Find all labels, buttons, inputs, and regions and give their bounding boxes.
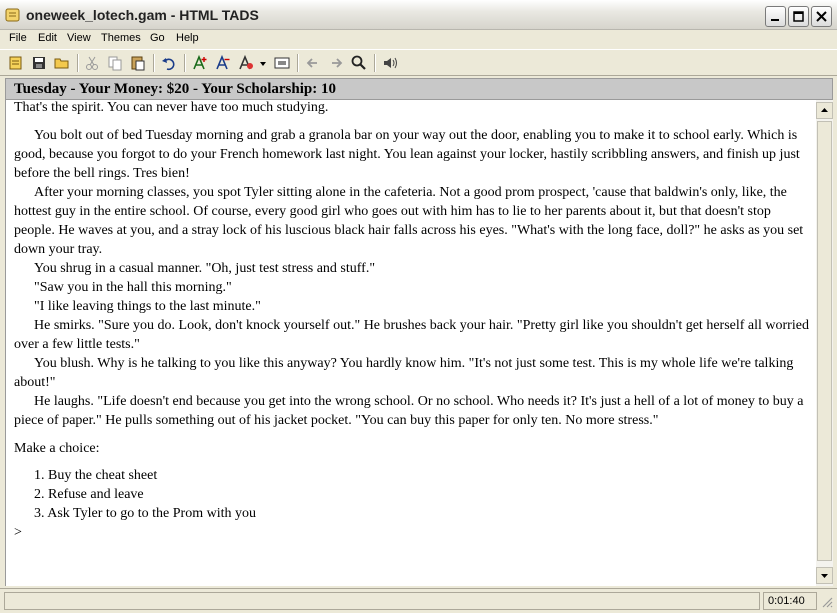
undo-icon[interactable] [160,54,178,72]
paste-icon[interactable] [129,54,147,72]
story-paragraph: He laughs. "Life doesn't end because you… [14,394,804,428]
close-button[interactable] [811,6,832,27]
story-pane[interactable]: That's the spirit. You can never have to… [5,100,816,586]
choice-heading: Make a choice: [14,441,100,456]
font-smaller-icon[interactable] [214,54,232,72]
story-paragraph: After your morning classes, you spot Tyl… [14,185,804,257]
story-paragraph: "I like leaving things to the last minut… [34,299,261,314]
font-options-icon[interactable] [237,54,255,72]
command-prompt[interactable]: > [14,523,809,542]
maximize-button[interactable] [788,6,809,27]
title-bar: oneweek_lotech.gam - HTML TADS [0,0,837,30]
resize-grip-icon[interactable] [821,595,833,609]
options-icon[interactable] [273,54,291,72]
menu-view[interactable]: View [67,32,91,44]
choice-item[interactable]: 1. Buy the cheat sheet [14,466,809,485]
scroll-down-button[interactable] [816,567,833,584]
open-icon[interactable] [53,54,71,72]
menu-help[interactable]: Help [176,32,199,44]
toolbar-separator [77,54,79,72]
forward-icon[interactable] [327,54,345,72]
font-larger-icon[interactable] [191,54,209,72]
story-text: That's the spirit. You can never have to… [14,100,809,542]
vertical-scrollbar[interactable] [816,100,833,586]
back-icon[interactable] [304,54,322,72]
menu-go[interactable]: Go [150,32,165,44]
story-paragraph: You bolt out of bed Tuesday morning and … [14,128,800,181]
scroll-up-button[interactable] [816,102,833,119]
game-status-bar: Tuesday - Your Money: $20 - Your Scholar… [5,78,833,100]
story-paragraph: You blush. Why is he talking to you like… [14,356,794,390]
menu-edit[interactable]: Edit [38,32,57,44]
toolbar-separator [297,54,299,72]
scroll-thumb[interactable] [817,121,832,561]
new-game-icon[interactable] [7,54,25,72]
app-icon [5,7,21,23]
menu-themes[interactable]: Themes [101,32,141,44]
save-icon[interactable] [30,54,48,72]
toolbar-separator [184,54,186,72]
menu-bar: File Edit View Themes Go Help [0,30,837,48]
status-text: Tuesday - Your Money: $20 - Your Scholar… [14,81,336,97]
window-status-bar: 0:01:40 [0,588,837,613]
story-paragraph: "Saw you in the hall this morning." [34,280,232,295]
status-message-pane [4,592,760,610]
dropdown-arrow-icon[interactable] [258,54,268,72]
elapsed-time-pane: 0:01:40 [763,592,817,610]
story-paragraph: That's the spirit. You can never have to… [14,100,329,115]
copy-icon[interactable] [106,54,124,72]
choice-item[interactable]: 2. Refuse and leave [14,485,809,504]
choice-item[interactable]: 3. Ask Tyler to go to the Prom with you [14,504,809,523]
toolbar-separator [153,54,155,72]
sound-icon[interactable] [381,54,399,72]
elapsed-time: 0:01:40 [768,595,805,607]
toolbar-separator [374,54,376,72]
choice-list: 1. Buy the cheat sheet 2. Refuse and lea… [14,466,809,523]
cut-icon[interactable] [83,54,101,72]
toolbar [0,49,837,76]
menu-file[interactable]: File [9,32,27,44]
story-paragraph: He smirks. "Sure you do. Look, don't kno… [14,318,809,352]
find-icon[interactable] [350,54,368,72]
minimize-button[interactable] [765,6,786,27]
story-paragraph: You shrug in a casual manner. "Oh, just … [34,261,376,276]
window-title: oneweek_lotech.gam - HTML TADS [26,7,259,23]
